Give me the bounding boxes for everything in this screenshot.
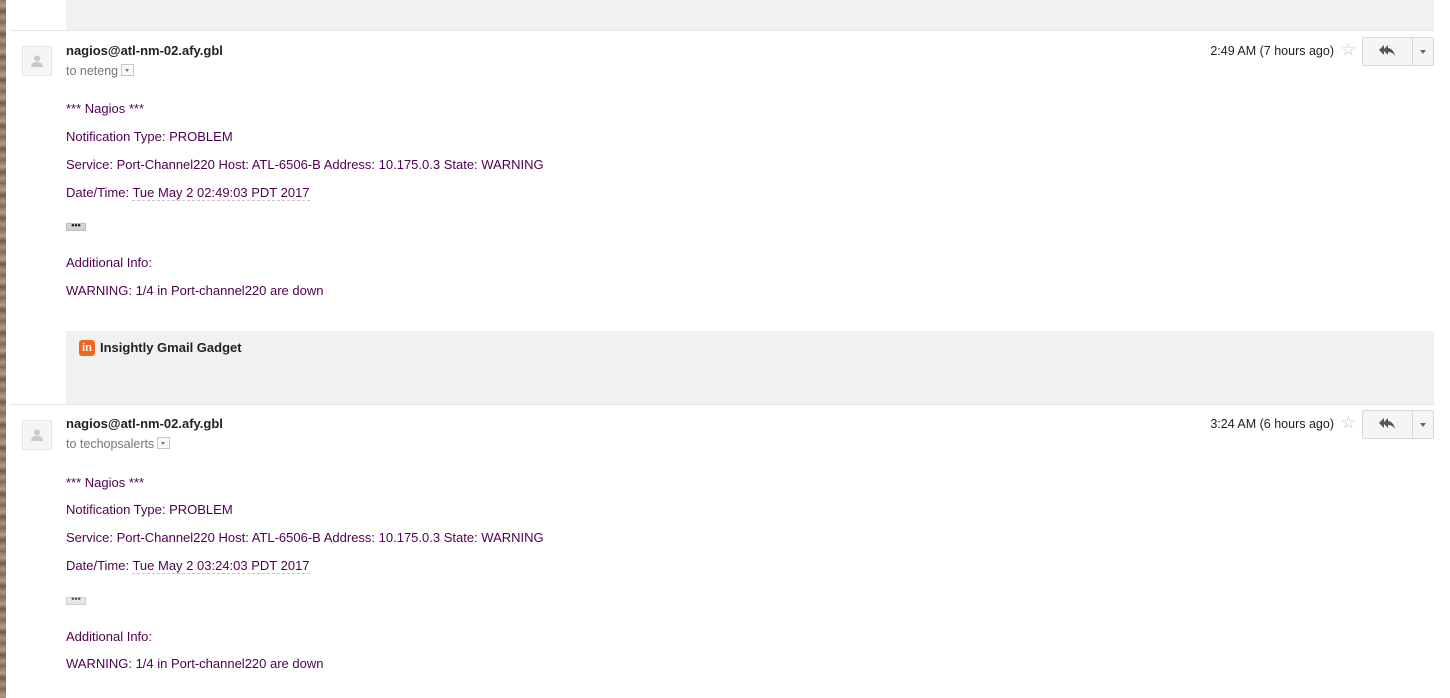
recipient-line: to neteng [66, 64, 135, 78]
reply-all-icon [1379, 45, 1395, 56]
recipient-details-chevron-icon[interactable] [157, 437, 171, 449]
body-header-line: *** Nagios *** [66, 101, 145, 116]
sender-name[interactable]: nagios@atl-nm-02.afy.gbl [66, 43, 223, 58]
date-time-value[interactable]: Tue May 2 03:24:03 PDT 2017 [132, 558, 310, 574]
notification-type-line: Notification Type: PROBLEM [66, 129, 233, 144]
recipient-label: to techopsalerts [66, 437, 155, 451]
warning-line: WARNING: 1/4 in Port-channel220 are down [66, 656, 324, 671]
desktop-background-edge [0, 0, 6, 698]
avatar[interactable] [22, 46, 52, 76]
email-thread: nagios@atl-nm-02.afy.gbl to neteng 2:49 … [10, 0, 1434, 698]
additional-info-line: Additional Info: [66, 255, 153, 270]
person-icon [31, 55, 43, 67]
insightly-logo-icon: in [79, 340, 95, 356]
person-icon [31, 429, 43, 441]
service-line: Service: Port-Channel220 Host: ATL-6506-… [66, 157, 544, 172]
reply-button-group [1362, 37, 1434, 66]
gadget-title[interactable]: Insightly Gmail Gadget [100, 340, 242, 355]
sender-name[interactable]: nagios@atl-nm-02.afy.gbl [66, 416, 223, 431]
service-line: Service: Port-Channel220 Host: ATL-6506-… [66, 530, 544, 545]
avatar[interactable] [22, 420, 52, 450]
date-time-label: Date/Time: [66, 558, 133, 573]
reply-all-icon [1379, 418, 1395, 429]
warning-line: WARNING: 1/4 in Port-channel220 are down [66, 283, 324, 298]
reply-all-button[interactable] [1363, 38, 1413, 65]
show-trimmed-content-button[interactable]: ••• [66, 221, 86, 231]
reply-all-button[interactable] [1363, 411, 1413, 438]
message-timestamp[interactable]: 2:49 AM (7 hours ago) [1210, 44, 1334, 58]
previous-message-footer [66, 0, 1434, 30]
show-trimmed-content-button[interactable]: ••• [66, 595, 86, 605]
recipient-details-chevron-icon[interactable] [121, 64, 135, 76]
additional-info-line: Additional Info: [66, 629, 153, 644]
more-options-button[interactable] [1413, 411, 1433, 438]
email-message: nagios@atl-nm-02.afy.gbl to neteng 2:49 … [10, 31, 1434, 331]
email-message: nagios@atl-nm-02.afy.gbl to techopsalert… [10, 405, 1434, 698]
insightly-gadget-panel: in Insightly Gmail Gadget [66, 331, 1434, 404]
more-options-button[interactable] [1413, 38, 1433, 65]
star-icon[interactable]: ☆ [1341, 414, 1356, 432]
date-time-value[interactable]: Tue May 2 02:49:03 PDT 2017 [132, 185, 310, 201]
recipient-label: to neteng [66, 64, 119, 78]
star-icon[interactable]: ☆ [1341, 41, 1356, 59]
message-timestamp[interactable]: 3:24 AM (6 hours ago) [1210, 417, 1334, 431]
recipient-line: to techopsalerts [66, 437, 171, 451]
body-header-line: *** Nagios *** [66, 475, 145, 490]
date-time-line: Date/Time: Tue May 2 02:49:03 PDT 2017 [66, 185, 310, 201]
date-time-label: Date/Time: [66, 185, 133, 200]
reply-button-group [1362, 410, 1434, 439]
notification-type-line: Notification Type: PROBLEM [66, 502, 233, 517]
date-time-line: Date/Time: Tue May 2 03:24:03 PDT 2017 [66, 558, 310, 574]
